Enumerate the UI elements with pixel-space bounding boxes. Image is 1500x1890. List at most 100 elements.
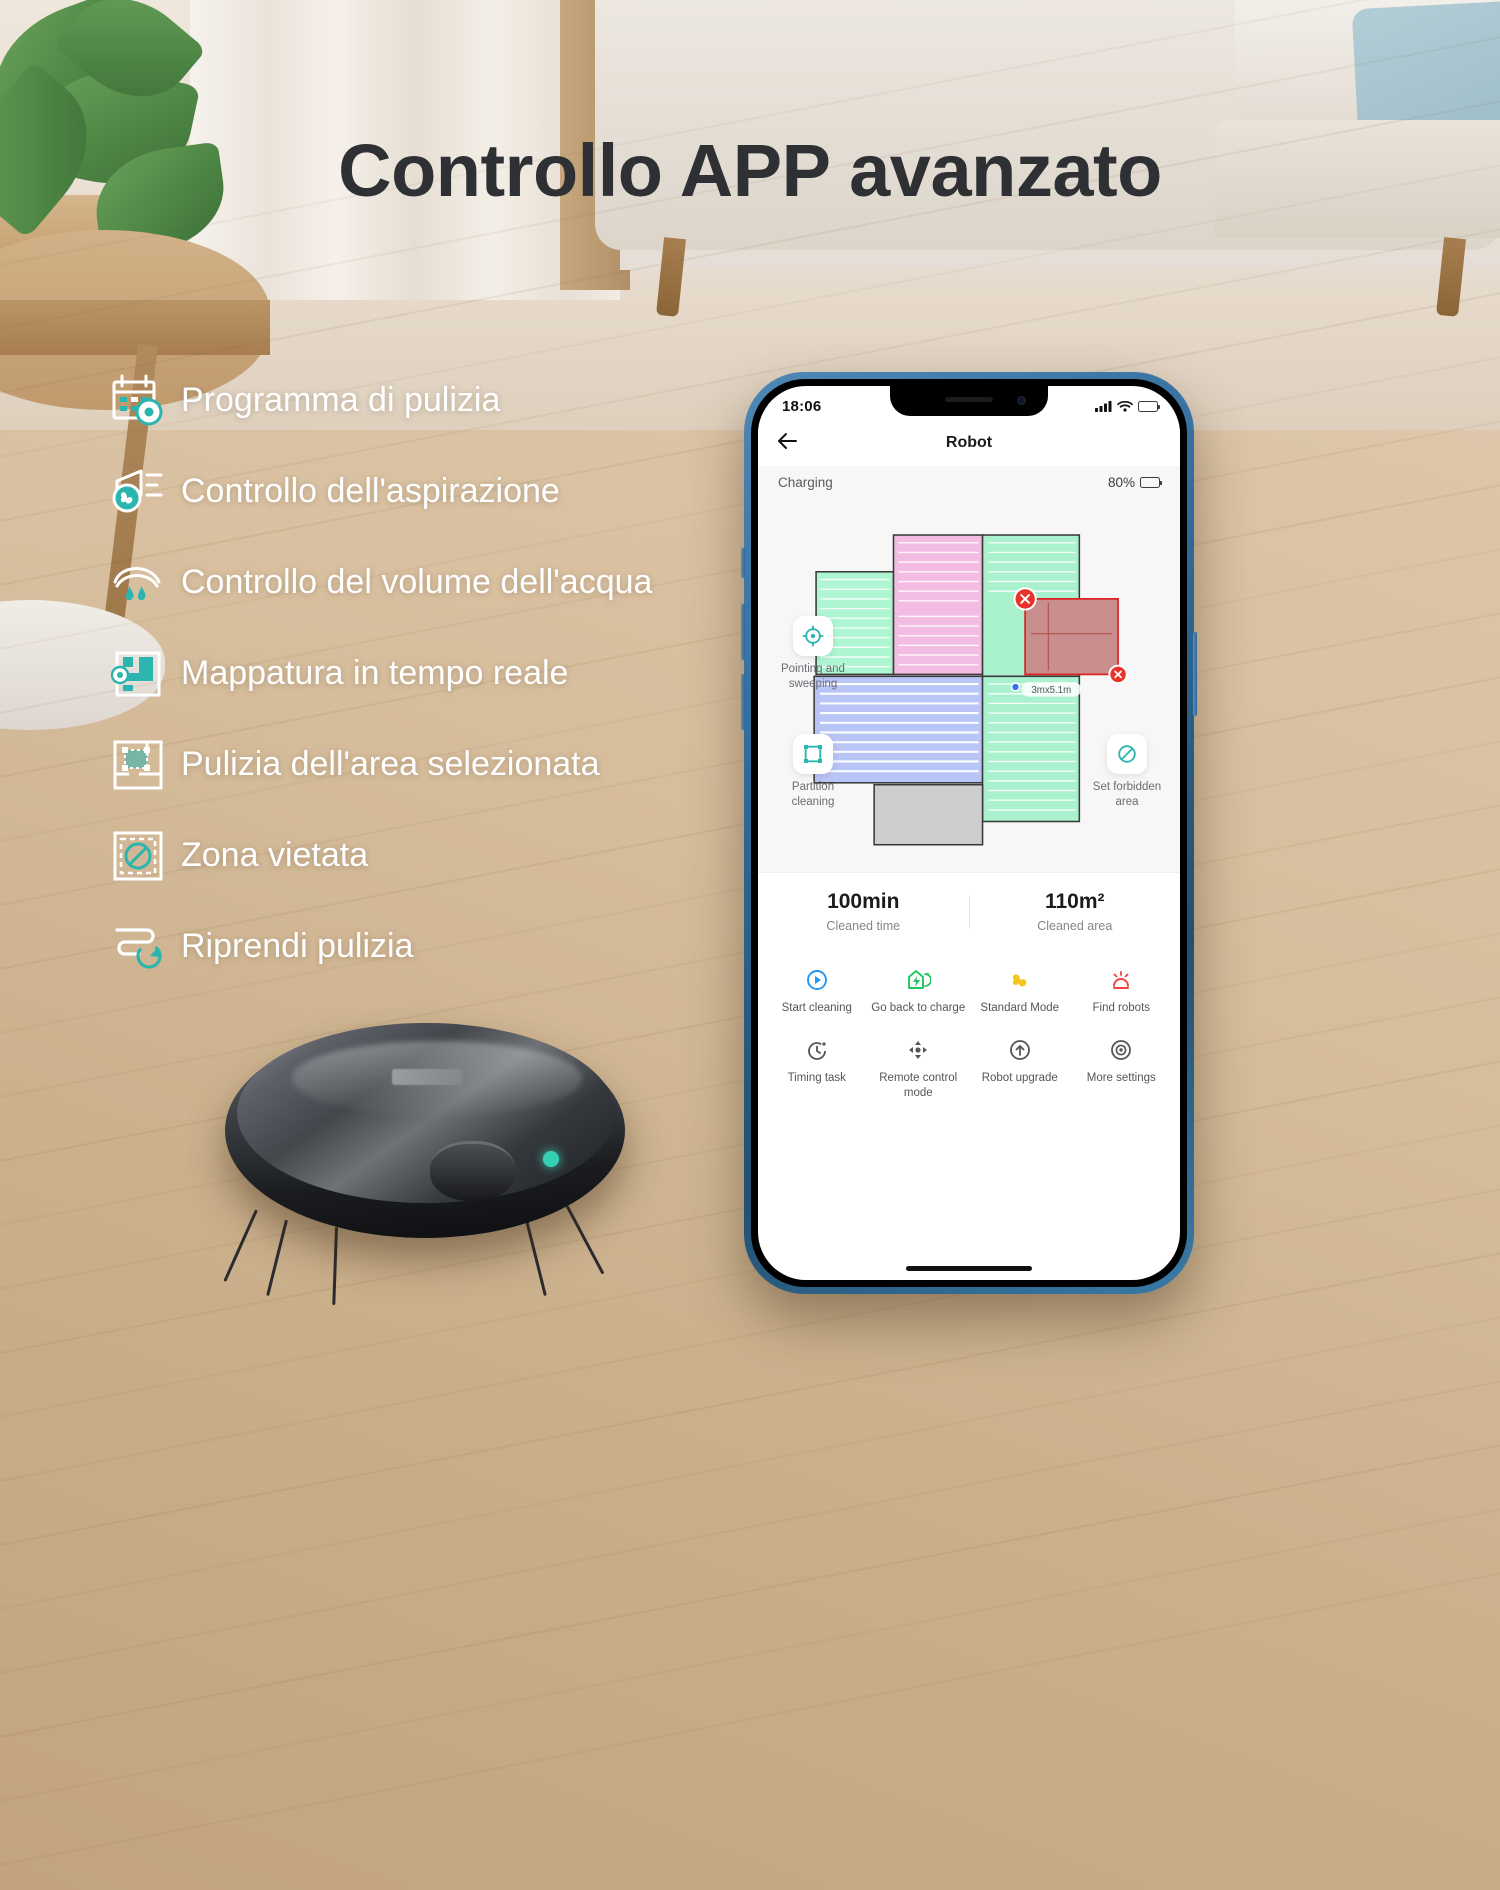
status-time: 18:06 (782, 397, 822, 415)
upgrade-icon (971, 1036, 1069, 1064)
feature-item-schedule: Programma di pulizia (95, 355, 815, 446)
action-label: More settings (1086, 1071, 1156, 1084)
robot-battery: 80% (1107, 475, 1163, 490)
action-timing-task[interactable]: Timing task (766, 1030, 868, 1107)
stats-row: 100min Cleaned time 110m² Cleaned area (758, 872, 1180, 950)
map-section: Charging 80% 3mx5.1m Pointing and sweepi… (758, 466, 1180, 872)
feature-item-area-cleaning: Pulizia dell'area selezionata (95, 719, 815, 810)
feature-label: Controllo del volume dell'acqua (181, 563, 653, 601)
feature-label: Mappatura in tempo reale (181, 654, 569, 692)
feature-label: Riprendi pulizia (181, 927, 414, 965)
phone-screen: 18:06 Robot Charging 80% 3mx5.1m Pointin… (758, 386, 1180, 1280)
volume-down-button[interactable] (741, 674, 745, 730)
selected-area-icon (95, 734, 181, 796)
robot-position-marker (1010, 682, 1021, 692)
cellular-icon (1095, 401, 1112, 412)
action-label: Go back to charge (871, 1002, 966, 1014)
robot-status-led (543, 1151, 559, 1167)
map-button-label: Pointing and sweeping (781, 663, 845, 690)
feature-item-forbidden-zone: Zona vietata (95, 810, 815, 901)
feature-label: Controllo dell'aspirazione (181, 472, 560, 510)
wifi-icon (1117, 400, 1133, 412)
action-go-back-to-charge[interactable]: Go back to charge (868, 960, 970, 1022)
feature-item-water: Controllo del volume dell'acqua (95, 537, 815, 628)
action-label: Robot upgrade (981, 1071, 1058, 1084)
map-button-label: Set forbidden area (1092, 781, 1162, 808)
stat-cleaned-area: 110m² Cleaned area (970, 890, 1181, 933)
power-button[interactable] (1193, 632, 1197, 716)
robot-body (225, 1023, 625, 1238)
feature-label: Zona vietata (181, 836, 369, 874)
battery-icon (1138, 400, 1161, 412)
stat-value: 110m² (1044, 890, 1105, 913)
phone-bezel: 18:06 Robot Charging 80% 3mx5.1m Pointin… (751, 379, 1187, 1287)
fan-mode-icon (971, 966, 1069, 994)
back-arrow-icon[interactable] (776, 432, 798, 455)
map-button-pointing-and-sweeping[interactable]: Pointing and sweeping (770, 616, 856, 691)
battery-percent: 80% (1107, 475, 1135, 490)
stat-label: Cleaned time (826, 919, 901, 933)
play-circle-icon (768, 966, 866, 994)
settings-gear-icon (1073, 1036, 1171, 1064)
room-size-label: 3mx5.1m (1021, 682, 1082, 697)
side-brush-bristle (266, 1219, 288, 1297)
map-button-partition-cleaning[interactable]: Partition cleaning (770, 734, 856, 809)
action-label: Timing task (787, 1071, 846, 1084)
action-label: Start cleaning (781, 1002, 852, 1014)
timer-icon (768, 1036, 866, 1064)
page-title: Controllo APP avanzato (338, 129, 1162, 212)
action-label: Find robots (1092, 1002, 1151, 1014)
action-label: Remote control mode (879, 1071, 958, 1099)
action-robot-upgrade[interactable]: Robot upgrade (969, 1030, 1071, 1107)
dpad-icon (870, 1036, 968, 1064)
side-brush-bristle (525, 1219, 547, 1297)
action-standard-mode[interactable]: Standard Mode (969, 960, 1071, 1022)
action-more-settings[interactable]: More settings (1071, 1030, 1173, 1107)
no-go-marker (1108, 664, 1128, 685)
home-indicator[interactable] (906, 1266, 1032, 1271)
side-brush-bristle (223, 1209, 258, 1282)
find-robot-icon (1073, 966, 1171, 994)
phone-mockup: 18:06 Robot Charging 80% 3mx5.1m Pointin… (741, 372, 1197, 1294)
action-remote-control-mode[interactable]: Remote control mode (868, 1030, 970, 1107)
action-label: Standard Mode (980, 1002, 1060, 1014)
action-find-robots[interactable]: Find robots (1071, 960, 1173, 1022)
forbidden-zone-icon (95, 825, 181, 887)
robot-battery-icon (1140, 477, 1163, 488)
feature-item-mapping: Mappatura in tempo reale (95, 628, 815, 719)
feature-label: Programma di pulizia (181, 381, 501, 419)
volume-up-button[interactable] (741, 604, 745, 660)
mute-switch[interactable] (741, 548, 745, 578)
calendar-clock-icon (95, 370, 181, 432)
forbidden-icon (1107, 734, 1147, 774)
stat-label: Cleaned area (1037, 919, 1113, 933)
charging-status: Charging (778, 475, 833, 490)
feature-item-suction: Controllo dell'aspirazione (95, 446, 815, 537)
stat-value: 100min (827, 890, 900, 913)
page-title-robot: Robot (945, 434, 993, 451)
charge-home-icon (870, 966, 968, 994)
water-drops-icon (95, 552, 181, 614)
map-button-set-forbidden-area[interactable]: Set forbidden area (1084, 734, 1170, 809)
robot-brand-logo (392, 1069, 462, 1085)
feature-list: Programma di pulizia Controllo dell'aspi… (95, 355, 815, 992)
action-grid: Start cleaning Go back to charge Standar… (758, 950, 1180, 1107)
target-icon (793, 616, 833, 656)
feature-label: Pulizia dell'area selezionata (181, 745, 600, 783)
action-start-cleaning[interactable]: Start cleaning (766, 960, 868, 1022)
robot-lidar-turret (430, 1141, 515, 1201)
map-button-label: Partition cleaning (791, 781, 835, 808)
status-indicators (1095, 400, 1161, 412)
app-navbar: Robot (758, 420, 1180, 466)
robot-top-cover (237, 1023, 615, 1203)
no-go-marker (1013, 587, 1037, 611)
partition-icon (793, 734, 833, 774)
robot-vacuum (223, 1015, 645, 1306)
realtime-map-icon (95, 643, 181, 705)
suction-fan-icon (95, 461, 181, 523)
side-brush-bristle (565, 1204, 605, 1275)
status-bar: 18:06 (758, 386, 1180, 420)
stat-cleaned-time: 100min Cleaned time (758, 890, 969, 933)
resume-cleaning-icon (95, 916, 181, 978)
map-status-row: Charging 80% (758, 466, 1180, 494)
